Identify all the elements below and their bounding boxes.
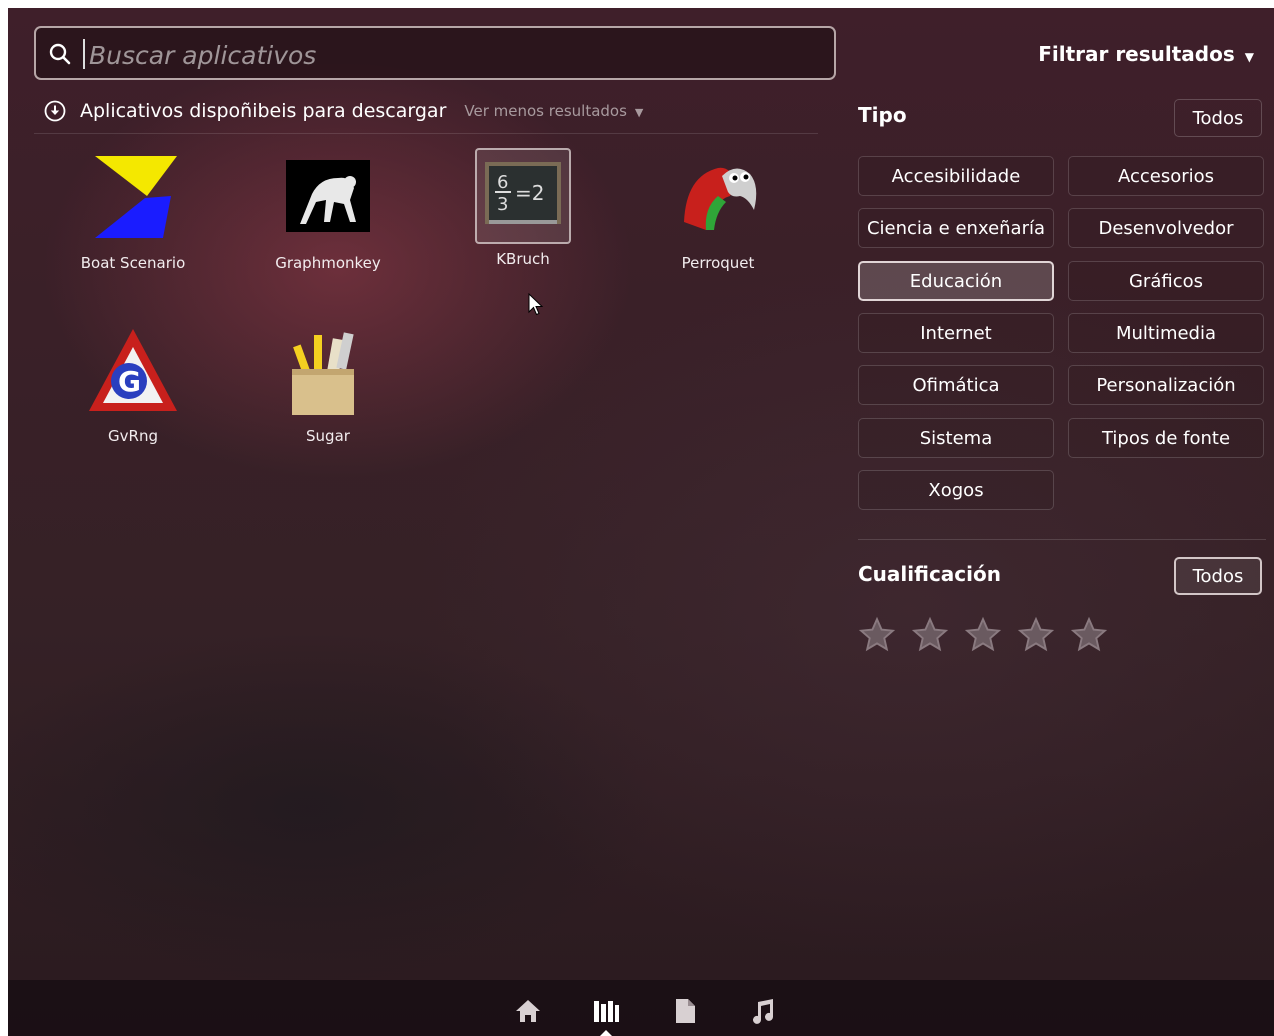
sugar-icon (280, 325, 376, 421)
search-input[interactable] (87, 36, 831, 74)
boat-scenario-icon (85, 152, 181, 248)
star-icon[interactable] (1017, 616, 1055, 654)
svg-text:3: 3 (497, 194, 508, 215)
app-perroquet[interactable]: Perroquet (628, 152, 808, 272)
app-label: KBruch (496, 250, 550, 268)
music-icon[interactable] (748, 996, 778, 1026)
filter-results-toggle[interactable]: Filtrar resultados ▼ (1038, 42, 1254, 66)
chevron-down-icon: ▼ (634, 106, 644, 119)
gvrng-icon: G (85, 325, 181, 421)
category-tipos-de-fonte[interactable]: Tipos de fonte (1068, 418, 1264, 458)
category-xogos[interactable]: Xogos (858, 470, 1054, 510)
category-desenvolvedor[interactable]: Desenvolvedor (1068, 208, 1264, 248)
category-ciencia[interactable]: Ciencia e enxeñaría (858, 208, 1054, 248)
type-filter-label: Tipo (858, 103, 907, 127)
svg-text:G: G (118, 365, 141, 398)
dash-window: Filtrar resultados ▼ Aplicativos dispoñib… (8, 8, 1274, 1036)
app-label: GvRng (108, 427, 158, 445)
category-accesibilidade[interactable]: Accesibilidade (858, 156, 1054, 196)
rating-filter-label: Cualificación (858, 562, 1001, 586)
perroquet-icon (670, 152, 766, 248)
section-header: Aplicativos dispoñibeis para descargar V… (44, 96, 643, 126)
home-icon[interactable] (513, 996, 543, 1026)
app-kbruch[interactable]: 6 3 =2 KBruch (433, 148, 613, 268)
mouse-pointer-icon (528, 293, 544, 316)
section-title: Aplicativos dispoñibeis para descargar (80, 100, 447, 122)
app-label: Graphmonkey (275, 254, 381, 272)
star-icon[interactable] (858, 616, 896, 654)
kbruch-icon: 6 3 =2 (475, 148, 571, 244)
category-accesorios[interactable]: Accesorios (1068, 156, 1264, 196)
rating-all-button[interactable]: Todos (1174, 557, 1262, 595)
text-cursor (83, 39, 85, 69)
search-icon (49, 43, 71, 65)
app-label: Boat Scenario (80, 254, 186, 272)
rating-stars (858, 616, 1108, 654)
app-label: Perroquet (681, 254, 755, 272)
category-personalizacion[interactable]: Personalización (1068, 365, 1264, 405)
applications-icon[interactable] (591, 996, 621, 1026)
category-graficos[interactable]: Gráficos (1068, 261, 1264, 301)
app-graphmonkey[interactable]: Graphmonkey (238, 152, 418, 272)
svg-text:6: 6 (497, 172, 508, 193)
divider (34, 133, 818, 134)
svg-text:=2: =2 (515, 181, 544, 205)
download-icon (44, 100, 66, 122)
graphmonkey-icon (280, 152, 376, 248)
see-fewer-results-button[interactable]: Ver menos resultados ▼ (464, 102, 643, 120)
star-icon[interactable] (964, 616, 1002, 654)
category-ofimatica[interactable]: Ofimática (858, 365, 1054, 405)
category-sistema[interactable]: Sistema (858, 418, 1054, 458)
app-sugar[interactable]: Sugar (238, 325, 418, 445)
app-label: Sugar (306, 427, 350, 445)
app-gvrng[interactable]: G GvRng (43, 325, 223, 445)
files-icon[interactable] (670, 996, 700, 1026)
star-icon[interactable] (1070, 616, 1108, 654)
type-all-button[interactable]: Todos (1174, 99, 1262, 137)
see-fewer-results-label: Ver menos resultados (464, 102, 627, 120)
divider (858, 539, 1266, 540)
category-multimedia[interactable]: Multimedia (1068, 313, 1264, 353)
star-icon[interactable] (911, 616, 949, 654)
category-educacion[interactable]: Educación (858, 261, 1054, 301)
chevron-down-icon: ▼ (1244, 50, 1254, 64)
lens-bar (8, 980, 1274, 1036)
search-bar[interactable] (34, 26, 836, 80)
category-internet[interactable]: Internet (858, 313, 1054, 353)
app-boat-scenario[interactable]: Boat Scenario (43, 152, 223, 272)
filter-results-label: Filtrar resultados (1038, 42, 1235, 66)
active-lens-indicator (600, 1030, 612, 1036)
